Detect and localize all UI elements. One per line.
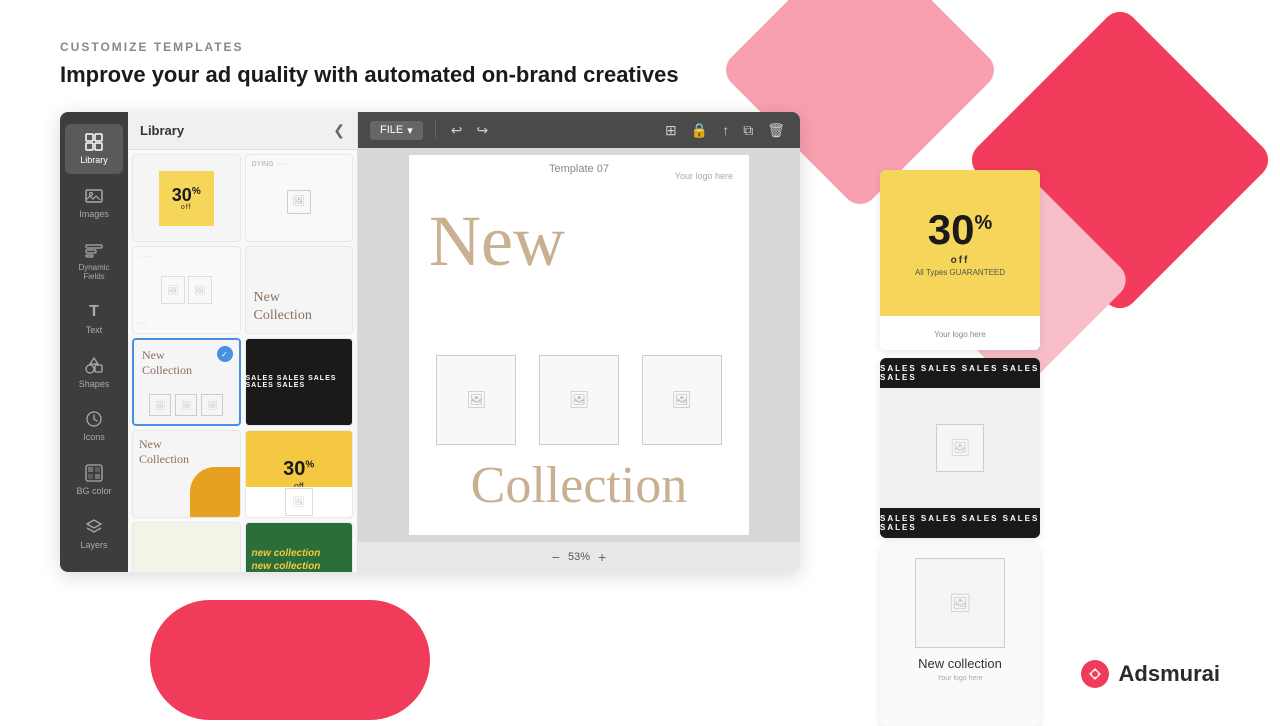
toolbar-separator xyxy=(435,121,436,139)
canvas-collection-text: Collection xyxy=(429,456,729,515)
sidebar-item-icons[interactable]: Icons xyxy=(65,401,123,451)
template-thumb-3[interactable]: ····· 🖼 🖼 ··· xyxy=(132,246,241,334)
zoom-value: 53% xyxy=(568,551,590,563)
layers-toolbar-icon[interactable]: ⊞ xyxy=(662,119,680,142)
main-content: CUSTOMIZE TEMPLATES Improve your ad qual… xyxy=(0,0,1280,592)
sidebar-item-bg-color[interactable]: BG color xyxy=(65,455,123,505)
template-thumb-5[interactable]: ✓ NewCollection 🖼 🖼 🖼 xyxy=(132,338,241,426)
shapes-icon xyxy=(84,356,104,376)
library-collapse-icon[interactable]: ❮ xyxy=(333,122,345,139)
sidebar-bg-color-label: BG color xyxy=(76,486,111,497)
resize-icon xyxy=(84,571,104,572)
template-thumb-10[interactable]: new collection new collection new collec… xyxy=(245,522,354,572)
layers-icon xyxy=(84,517,104,537)
canvas-img-2: 🖼 xyxy=(539,355,619,445)
redo-icon[interactable]: ↪ xyxy=(474,119,492,142)
canvas-img-row: 🖼 🖼 🖼 xyxy=(409,355,749,445)
canvas-new-text: New xyxy=(429,205,565,277)
dynamic-fields-icon xyxy=(84,240,104,260)
sidebar-text-label: Text xyxy=(86,325,103,336)
toolbar-right-icons: ⊞ 🔒 ↑ ⧉ 🗑 xyxy=(662,119,788,142)
template-thumb-7[interactable]: NewCollection xyxy=(132,430,241,518)
template-thumb-1[interactable]: 30% off xyxy=(132,154,241,242)
canvas-logo: Your logo here xyxy=(675,171,733,181)
delete-icon[interactable]: 🗑 xyxy=(764,119,788,142)
template-thumb-9[interactable]: Tropicalhotel xyxy=(132,522,241,572)
library-panel: Library ❮ 30% off DYING ···· xyxy=(128,112,358,572)
lock-icon[interactable]: 🔒 xyxy=(688,119,711,142)
canvas-img-1: 🖼 xyxy=(436,355,516,445)
share-icon[interactable]: ↑ xyxy=(719,119,732,141)
icons-icon xyxy=(84,409,104,429)
thumb-yellow-box: 30% off xyxy=(159,171,214,226)
adsmurai-brand-name: Adsmurai xyxy=(1119,661,1220,687)
adsmurai-logo-icon xyxy=(1079,658,1111,690)
sidebar-icons-label: Icons xyxy=(83,432,105,443)
library-header: Library ❮ xyxy=(128,112,357,150)
library-title: Library xyxy=(140,123,184,138)
app-window: Library Images xyxy=(60,112,800,572)
undo-icon[interactable]: ↩ xyxy=(448,119,466,142)
decorative-shape-pink-bottom xyxy=(150,600,430,720)
zoom-in-button[interactable]: + xyxy=(598,549,606,565)
images-icon xyxy=(84,186,104,206)
img-placeholder-icon-3: 🖼 xyxy=(671,390,691,410)
library-icon xyxy=(84,132,104,152)
adsmurai-logo: Adsmurai xyxy=(1079,658,1220,690)
sidebar-item-shapes[interactable]: Shapes xyxy=(65,348,123,398)
sidebar-dynamic-label: Dynamic Fields xyxy=(69,263,119,282)
editor-canvas-area: Template 07 Your logo here New 🖼 🖼 🖼 xyxy=(358,148,800,542)
img-placeholder-icon-1: 🖼 xyxy=(466,390,486,410)
template-thumb-4[interactable]: NewCollection xyxy=(245,246,354,334)
text-icon: T xyxy=(84,302,104,322)
zoom-out-button[interactable]: − xyxy=(552,549,560,565)
section-title: Improve your ad quality with automated o… xyxy=(60,62,1220,88)
sidebar-item-library[interactable]: Library xyxy=(65,124,123,174)
sidebar-layers-label: Layers xyxy=(80,540,107,551)
preview-nc-title: New collection xyxy=(918,656,1002,671)
duplicate-icon[interactable]: ⧉ xyxy=(740,119,756,142)
file-button[interactable]: FILE ▾ xyxy=(370,121,423,140)
sidebar: Library Images xyxy=(60,112,128,572)
editor-area: FILE ▾ ↩ ↪ ⊞ 🔒 ↑ ⧉ 🗑 Template 07 xyxy=(358,112,800,572)
sidebar-item-layers[interactable]: Layers xyxy=(65,509,123,559)
template-thumb-2[interactable]: DYING ···· 🖼 xyxy=(245,154,354,242)
template-thumb-8[interactable]: 30% off 🖼 xyxy=(245,430,354,518)
canvas-template-name: Template 07 xyxy=(549,163,609,175)
editor-status-bar: − 53% + xyxy=(358,542,800,572)
selected-badge: ✓ xyxy=(217,346,233,362)
editor-toolbar: FILE ▾ ↩ ↪ ⊞ 🔒 ↑ ⧉ 🗑 xyxy=(358,112,800,148)
editor-canvas: Template 07 Your logo here New 🖼 🖼 🖼 xyxy=(409,155,749,535)
sidebar-library-label: Library xyxy=(80,155,108,166)
section-label: CUSTOMIZE TEMPLATES xyxy=(60,40,1220,54)
sidebar-item-resize[interactable]: Resize xyxy=(65,563,123,572)
sidebar-images-label: Images xyxy=(79,209,109,220)
sidebar-item-text[interactable]: T Text xyxy=(65,294,123,344)
canvas-img-3: 🖼 xyxy=(642,355,722,445)
library-grid: 30% off DYING ···· 🖼 xyxy=(128,150,357,572)
preview-nc-logo: Your logo here xyxy=(937,675,982,682)
sidebar-item-images[interactable]: Images xyxy=(65,178,123,228)
placeholder-img-2: 🖼 xyxy=(252,168,347,235)
sidebar-shapes-label: Shapes xyxy=(79,379,110,390)
template-thumb-6[interactable]: SALES SALES SALES SALES SALES xyxy=(245,338,354,426)
sidebar-item-dynamic-fields[interactable]: Dynamic Fields xyxy=(65,232,123,290)
img-placeholder-icon-2: 🖼 xyxy=(569,390,589,410)
bg-color-icon xyxy=(84,463,104,483)
